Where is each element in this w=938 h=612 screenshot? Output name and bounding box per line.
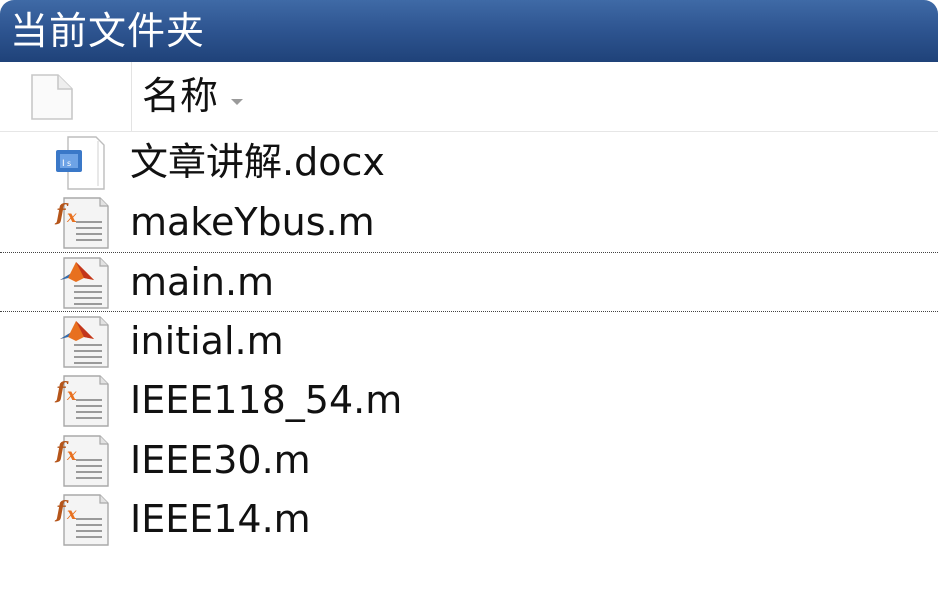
file-list: I s 文章讲解.docx f x makeYbus.m main.m init… [0, 133, 938, 550]
svg-text:x: x [66, 504, 77, 523]
svg-text:s: s [67, 159, 71, 168]
file-row[interactable]: f x makeYbus.m [0, 193, 938, 253]
svg-text:x: x [66, 445, 77, 464]
type-column-header[interactable] [0, 62, 132, 131]
file-row[interactable]: f x IEEE30.m [0, 431, 938, 491]
name-column-header[interactable]: 名称 [132, 62, 938, 131]
file-name: IEEE30.m [130, 437, 311, 482]
file-row[interactable]: initial.m [0, 312, 938, 372]
sort-arrow-down-icon [230, 91, 244, 110]
file-name: main.m [130, 260, 275, 304]
matlab-function-icon: f x [54, 374, 112, 428]
column-header: 名称 [0, 62, 938, 132]
panel-title: 当前文件夹 [10, 9, 206, 53]
current-folder-panel: 当前文件夹 名称 I s 文章讲解.docx f x makeYbus.m ma… [0, 0, 938, 612]
matlab-function-icon: f x [54, 196, 112, 250]
file-name: makeYbus.m [130, 199, 375, 244]
svg-text:I: I [62, 159, 65, 169]
panel-titlebar[interactable]: 当前文件夹 [0, 0, 938, 62]
file-row[interactable]: f x IEEE14.m [0, 490, 938, 550]
file-row[interactable]: f x IEEE118_54.m [0, 371, 938, 431]
matlab-function-icon: f x [54, 434, 112, 488]
file-name: initial.m [130, 318, 284, 363]
name-column-label: 名称 [142, 74, 219, 118]
matlab-script-icon [54, 256, 112, 310]
file-name: IEEE14.m [130, 497, 311, 541]
matlab-script-icon [54, 315, 112, 369]
word-document-icon: I s [54, 136, 112, 190]
file-name: IEEE118_54.m [130, 378, 403, 422]
svg-text:x: x [66, 385, 77, 404]
file-name: 文章讲解.docx [130, 140, 385, 184]
file-row[interactable]: I s 文章讲解.docx [0, 133, 938, 193]
matlab-function-icon: f x [54, 493, 112, 547]
file-row[interactable]: main.m [0, 252, 938, 312]
svg-text:x: x [66, 207, 77, 226]
